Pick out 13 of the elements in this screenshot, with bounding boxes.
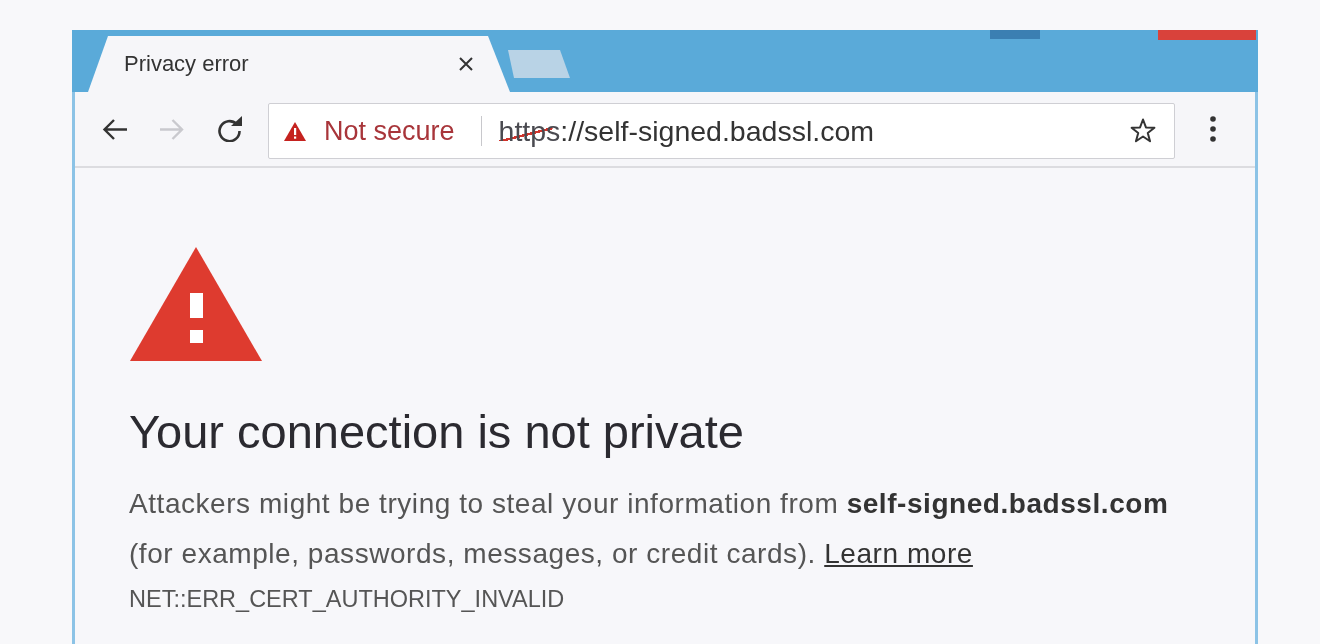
error-code: NET::ERR_CERT_AUTHORITY_INVALID — [129, 585, 565, 613]
browser-tab[interactable]: Privacy error — [88, 36, 510, 92]
error-description: Attackers might be trying to steal your information from self-signed.badssl.com (for example, passwords, messages, or credit cards). Learn more — [129, 487, 1170, 571]
reload-icon[interactable] — [216, 116, 243, 142]
warning-icon — [129, 246, 263, 362]
star-icon[interactable] — [1130, 118, 1156, 144]
close-icon[interactable] — [459, 57, 473, 71]
back-arrow-icon[interactable] — [102, 117, 128, 141]
security-chip[interactable]: Not secure — [284, 115, 455, 147]
warning-icon — [284, 121, 306, 141]
error-heading: Your connection is not private — [129, 404, 744, 459]
menu-icon[interactable] — [1209, 116, 1217, 142]
learn-more-link[interactable]: Learn more — [824, 538, 973, 569]
